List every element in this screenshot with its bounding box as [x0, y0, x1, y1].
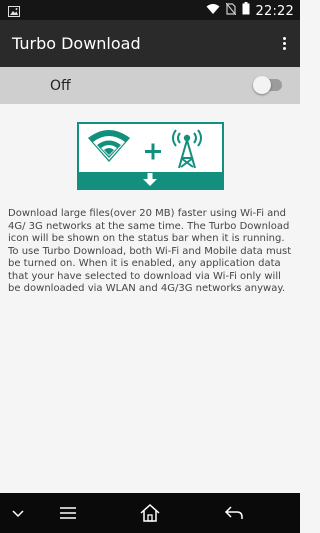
back-icon[interactable] — [222, 503, 246, 523]
turbo-download-illustration — [77, 122, 224, 190]
page-title: Turbo Download — [12, 34, 141, 53]
turbo-download-toggle-row[interactable]: Off — [0, 67, 300, 104]
cell-tower-icon — [172, 129, 202, 169]
download-arrow-icon — [143, 173, 157, 186]
toggle-state-label: Off — [50, 78, 71, 94]
navigation-bar — [0, 493, 300, 533]
app-bar: Turbo Download — [0, 20, 300, 67]
download-band — [79, 172, 222, 188]
menu-icon[interactable] — [56, 503, 80, 523]
chevron-down-icon[interactable] — [6, 503, 30, 523]
home-icon[interactable] — [138, 503, 162, 523]
plus-icon — [145, 143, 161, 160]
no-sim-icon — [225, 2, 236, 20]
turbo-download-switch[interactable] — [253, 76, 282, 94]
more-options-icon[interactable] — [280, 37, 288, 51]
switch-knob — [253, 76, 271, 94]
battery-icon — [242, 2, 250, 20]
status-bar: 22:22 — [0, 0, 300, 20]
wifi-status-icon — [206, 2, 220, 20]
wifi-icon — [88, 130, 130, 162]
turbo-download-description: Download large files(over 20 MB) faster … — [8, 208, 292, 294]
status-time: 22:22 — [255, 3, 294, 19]
